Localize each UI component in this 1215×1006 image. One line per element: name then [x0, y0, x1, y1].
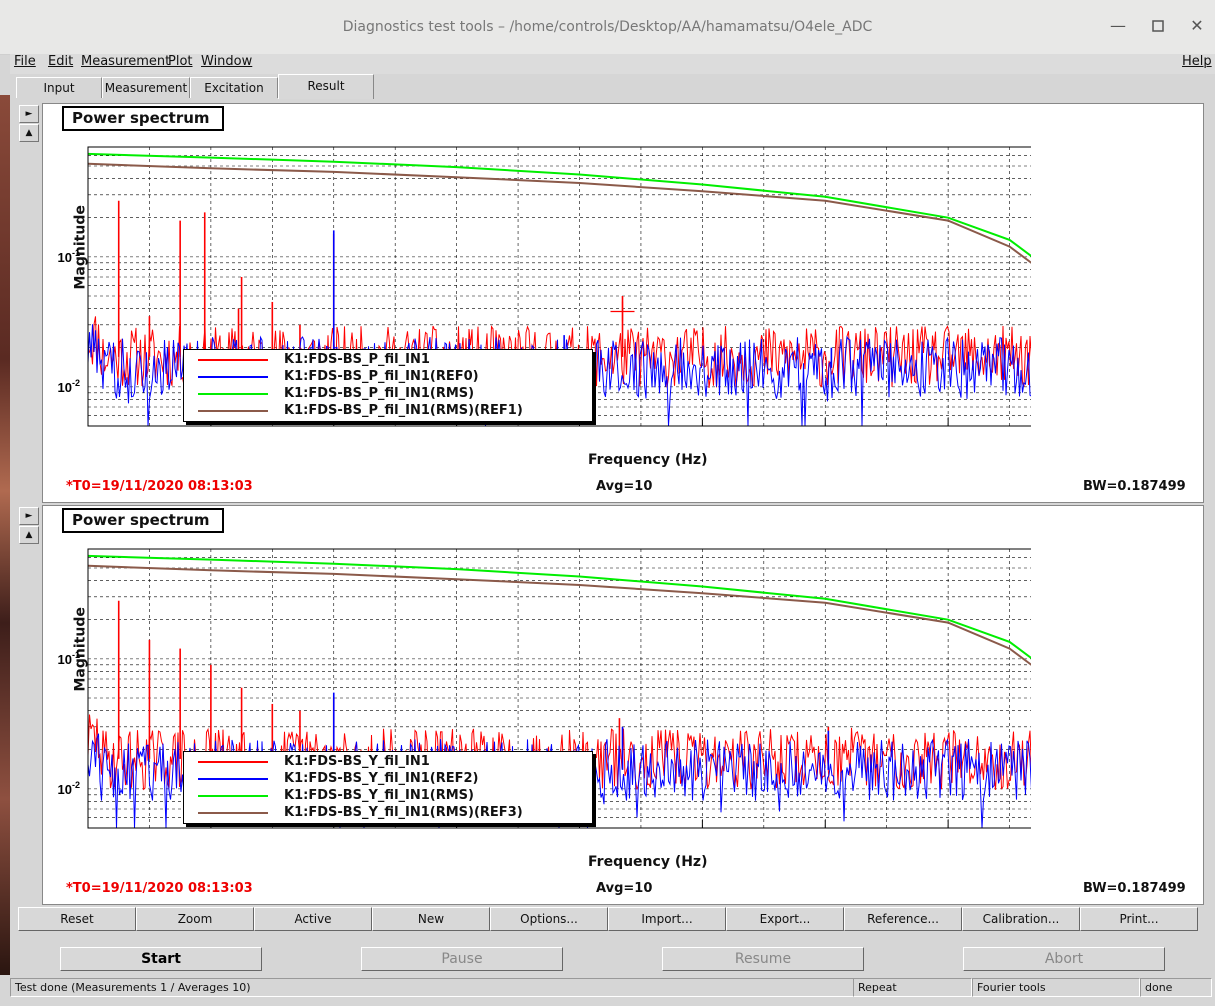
legend-label: K1:FDS-BS_P_fil_IN1(RMS)(REF1) [284, 403, 523, 418]
calibration-button[interactable]: Calibration... [962, 907, 1080, 931]
t0-timestamp: *T0=19/11/2020 08:13:03 [66, 881, 253, 896]
y-tick-label: 10-2 [58, 378, 80, 395]
legend-swatch-brown [198, 812, 268, 814]
desktop-background [0, 95, 10, 975]
legend-swatch-blue [198, 376, 268, 378]
zoom-button[interactable]: Zoom [136, 907, 254, 931]
menu-edit[interactable]: Edit [48, 54, 73, 69]
status-mode: Repeat [853, 978, 972, 997]
averages-label: Avg=10 [596, 881, 653, 896]
rms-line [87, 162, 1031, 264]
plot-button-bar: Reset Zoom Active New Options... Import.… [18, 907, 1198, 931]
pause-button[interactable]: Pause [361, 947, 563, 971]
legend-swatch-red [198, 359, 268, 361]
pad2-right-arrow-icon[interactable]: ► [19, 507, 39, 525]
plot-panel-1[interactable]: Power spectrum Magnitude 200400600800100… [42, 103, 1204, 503]
bandwidth-label: BW=0.187499 [1083, 479, 1186, 494]
start-button[interactable]: Start [60, 947, 262, 971]
legend-label: K1:FDS-BS_P_fil_IN1(REF0) [284, 369, 479, 384]
legend-swatch-blue [198, 778, 268, 780]
y-tick-label: 10-2 [58, 780, 80, 797]
status-tool: Fourier tools [972, 978, 1140, 997]
legend-entry: K1:FDS-BS_Y_fil_IN1 [184, 753, 592, 770]
pad2-up-arrow-icon[interactable]: ▲ [19, 526, 39, 544]
plot-title: Power spectrum [62, 106, 224, 131]
close-icon[interactable]: ✕ [1185, 14, 1209, 38]
window-title: Diagnostics test tools – /home/controls/… [342, 19, 873, 35]
x-axis-label: Frequency (Hz) [588, 854, 708, 870]
y-tick-label: 10-1 [58, 650, 80, 667]
plot-legend[interactable]: K1:FDS-BS_P_fil_IN1 K1:FDS-BS_P_fil_IN1(… [183, 349, 593, 422]
pad-up-arrow-icon[interactable]: ▲ [19, 124, 39, 142]
abort-button[interactable]: Abort [963, 947, 1165, 971]
legend-swatch-red [198, 761, 268, 763]
active-button[interactable]: Active [254, 907, 372, 931]
tab-bar: Input Measurement Excitation Result [10, 74, 1215, 99]
tab-input[interactable]: Input [16, 77, 102, 98]
options-button[interactable]: Options... [490, 907, 608, 931]
plot-title: Power spectrum [62, 508, 224, 533]
legend-label: K1:FDS-BS_Y_fil_IN1(REF2) [284, 771, 479, 786]
legend-swatch-green [198, 393, 268, 395]
minimize-icon[interactable]: — [1106, 14, 1130, 38]
window-titlebar[interactable]: Diagnostics test tools – /home/controls/… [0, 0, 1215, 55]
menu-window[interactable]: Window [201, 54, 252, 69]
export-button[interactable]: Export... [726, 907, 844, 931]
t0-timestamp: *T0=19/11/2020 08:13:03 [66, 479, 253, 494]
legend-label: K1:FDS-BS_Y_fil_IN1(RMS)(REF3) [284, 805, 523, 820]
legend-entry: K1:FDS-BS_P_fil_IN1 [184, 351, 592, 368]
legend-swatch-brown [198, 410, 268, 412]
menu-measurement[interactable]: Measurement [81, 54, 170, 69]
reset-button[interactable]: Reset [18, 907, 136, 931]
status-state: done [1140, 978, 1212, 997]
import-button[interactable]: Import... [608, 907, 726, 931]
legend-entry: K1:FDS-BS_Y_fil_IN1(RMS)(REF3) [184, 804, 592, 821]
pad-right-arrow-icon[interactable]: ► [19, 105, 39, 123]
legend-entry: K1:FDS-BS_Y_fil_IN1(REF2) [184, 770, 592, 787]
legend-entry: K1:FDS-BS_P_fil_IN1(REF0) [184, 368, 592, 385]
legend-entry: K1:FDS-BS_Y_fil_IN1(RMS) [184, 787, 592, 804]
tab-measurement[interactable]: Measurement [102, 77, 190, 98]
menu-file[interactable]: File [14, 54, 36, 69]
legend-label: K1:FDS-BS_P_fil_IN1 [284, 352, 430, 367]
reference-button[interactable]: Reference... [844, 907, 962, 931]
print-button[interactable]: Print... [1080, 907, 1198, 931]
legend-swatch-green [198, 795, 268, 797]
legend-label: K1:FDS-BS_P_fil_IN1(RMS) [284, 386, 475, 401]
plot-panel-2[interactable]: Power spectrum Magnitude 200400600800100… [42, 505, 1204, 905]
new-button[interactable]: New [372, 907, 490, 931]
legend-entry: K1:FDS-BS_P_fil_IN1(RMS)(REF1) [184, 402, 592, 419]
legend-label: K1:FDS-BS_Y_fil_IN1 [284, 754, 430, 769]
menu-help[interactable]: Help [1182, 54, 1212, 69]
status-message: Test done (Measurements 1 / Averages 10) [10, 978, 854, 997]
averages-label: Avg=10 [596, 479, 653, 494]
plot-legend[interactable]: K1:FDS-BS_Y_fil_IN1 K1:FDS-BS_Y_fil_IN1(… [183, 751, 593, 824]
x-axis-label: Frequency (Hz) [588, 452, 708, 468]
menu-bar: File Edit Measurement Plot Window Help [10, 54, 1215, 74]
bandwidth-label: BW=0.187499 [1083, 881, 1186, 896]
maximize-icon[interactable] [1146, 14, 1170, 38]
menu-plot[interactable]: Plot [168, 54, 193, 69]
tab-excitation[interactable]: Excitation [190, 77, 278, 98]
legend-label: K1:FDS-BS_Y_fil_IN1(RMS) [284, 788, 474, 803]
legend-entry: K1:FDS-BS_P_fil_IN1(RMS) [184, 385, 592, 402]
tab-result[interactable]: Result [278, 74, 374, 99]
resume-button[interactable]: Resume [662, 947, 864, 971]
y-tick-label: 10-1 [58, 248, 80, 265]
